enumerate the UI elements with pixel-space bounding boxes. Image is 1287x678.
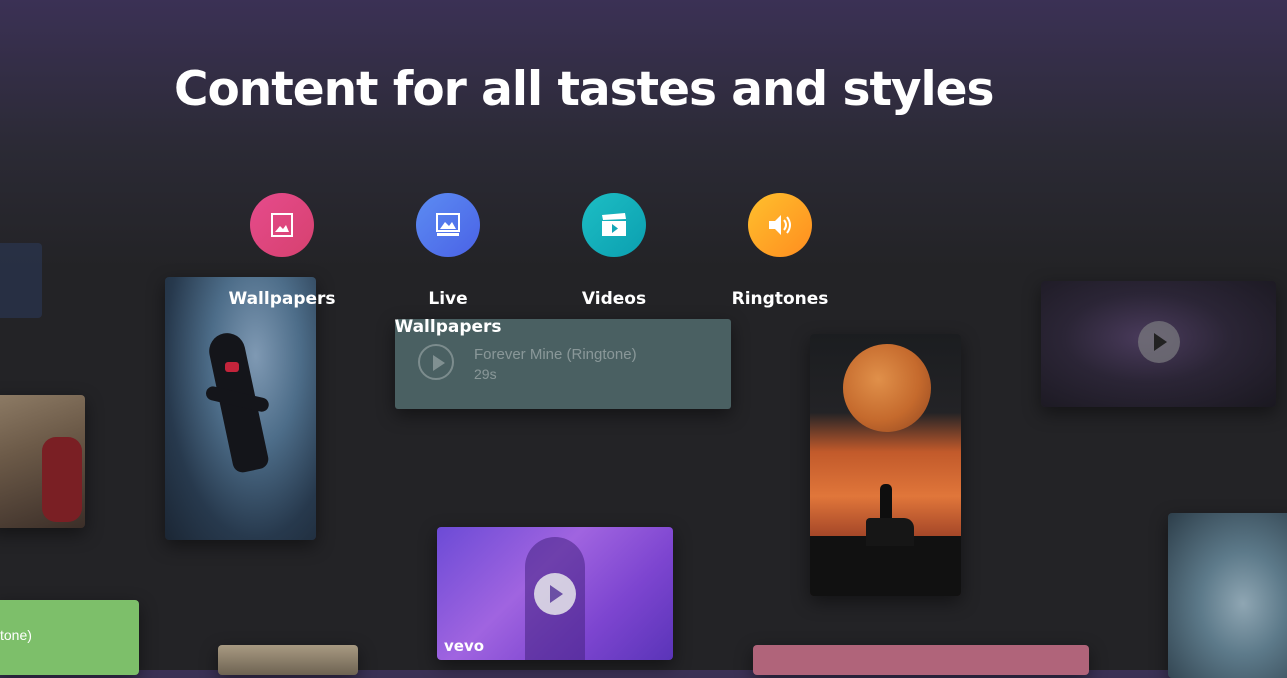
category-live-wallpapers[interactable]: Live Wallpapers xyxy=(378,193,518,341)
wallpaper-thumbnail[interactable] xyxy=(810,334,961,596)
play-icon[interactable] xyxy=(534,573,576,615)
wallpaper-thumbnail[interactable] xyxy=(1168,513,1287,678)
category-ringtones[interactable]: Ringtones xyxy=(710,193,850,313)
wallpaper-thumbnail[interactable] xyxy=(0,243,42,318)
ringtone-card[interactable]: tone) xyxy=(0,600,139,675)
clapperboard-icon xyxy=(582,193,646,257)
image-icon xyxy=(250,193,314,257)
play-icon[interactable] xyxy=(1138,321,1180,363)
video-thumbnail[interactable]: vevo xyxy=(437,527,673,660)
live-image-icon xyxy=(416,193,480,257)
video-thumbnail[interactable] xyxy=(0,395,85,528)
vevo-logo: vevo xyxy=(444,637,485,655)
play-icon[interactable] xyxy=(418,344,454,380)
wallpaper-thumbnail[interactable] xyxy=(218,645,358,675)
category-label: Ringtones xyxy=(731,289,829,309)
category-label: Wallpapers xyxy=(228,289,336,309)
category-wallpapers[interactable]: Wallpapers xyxy=(212,193,352,313)
hero-accent xyxy=(225,362,239,372)
speaker-icon xyxy=(748,193,812,257)
person-figure xyxy=(42,437,82,522)
video-thumbnail[interactable] xyxy=(1041,281,1276,407)
page-title: Content for all tastes and styles xyxy=(174,62,995,117)
ringtone-duration: 29s xyxy=(474,366,497,382)
moon-image xyxy=(843,344,931,432)
wallpaper-thumbnail[interactable] xyxy=(165,277,316,540)
category-videos[interactable]: Videos xyxy=(544,193,684,313)
category-label: Videos xyxy=(581,289,647,309)
spider-hero-figure xyxy=(205,329,271,475)
ringtone-card[interactable] xyxy=(753,645,1089,675)
rock-silhouette xyxy=(810,518,961,596)
category-label: Live Wallpapers xyxy=(394,289,502,337)
ringtone-name: Forever Mine (Ringtone) xyxy=(474,346,637,363)
ringtone-name: tone) xyxy=(0,627,32,643)
